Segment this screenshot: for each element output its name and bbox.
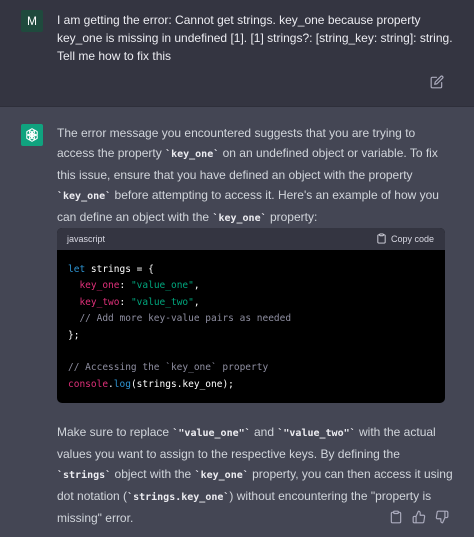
code-token: key_two	[79, 296, 120, 308]
chatgpt-logo-icon	[21, 124, 43, 146]
code-token: log	[113, 378, 131, 390]
code-content: let strings = { key_one: "value_one", ke…	[68, 262, 291, 393]
inline-code: `key_one`	[57, 191, 112, 202]
thumbs-down-icon[interactable]	[435, 510, 449, 524]
code-token: key_one	[79, 280, 120, 292]
clipboard-icon[interactable]	[389, 510, 403, 524]
text-segment: Make sure to replace	[57, 425, 173, 439]
copy-code-label: Copy code	[390, 234, 434, 244]
user-message: M I am getting the error: Cannot get str…	[0, 0, 474, 107]
inline-code: `key_one`	[165, 149, 220, 160]
code-token: console	[68, 378, 109, 390]
code-language-label: javascript	[67, 234, 106, 244]
clipboard-icon	[376, 232, 387, 246]
code-block: javascript Copy code let strings = { key…	[57, 228, 445, 403]
code-token: // Add more key-value pairs as needed	[79, 313, 292, 325]
copy-code-button[interactable]: Copy code	[376, 232, 434, 246]
text-segment: object with the	[111, 467, 195, 481]
code-token: let	[68, 264, 86, 275]
code-token: :	[119, 296, 131, 308]
edit-icon[interactable]	[430, 75, 444, 89]
code-token: strings = {	[85, 264, 154, 275]
code-token: "value_two"	[130, 296, 194, 308]
thumbs-up-icon[interactable]	[412, 510, 426, 524]
inline-code: `key_one`	[194, 470, 249, 481]
code-token: :	[119, 280, 131, 292]
code-token: // Accessing the `key_one` property	[68, 362, 269, 374]
code-token: "value_one"	[130, 280, 194, 292]
text-segment: and	[250, 425, 278, 439]
message-actions	[389, 510, 449, 524]
inline-code: `"value_one"`	[172, 428, 251, 439]
inline-code: `strings`	[57, 470, 112, 481]
assistant-message: The error message you encountered sugges…	[0, 107, 474, 537]
text-segment: property:	[266, 210, 318, 224]
assistant-intro-paragraph: The error message you encountered sugges…	[57, 123, 453, 229]
code-token: ,	[193, 280, 200, 292]
code-block-header: javascript Copy code	[57, 228, 445, 250]
user-avatar: M	[21, 10, 43, 32]
code-token: (strings.key_one);	[130, 378, 234, 390]
code-token: };	[68, 329, 80, 341]
inline-code: `"value_two"`	[277, 428, 356, 439]
user-message-text: I am getting the error: Cannot get strin…	[57, 13, 453, 63]
inline-code: `strings.key_one`	[127, 492, 230, 503]
code-token: ,	[193, 296, 200, 308]
inline-code: `key_one`	[212, 213, 267, 224]
